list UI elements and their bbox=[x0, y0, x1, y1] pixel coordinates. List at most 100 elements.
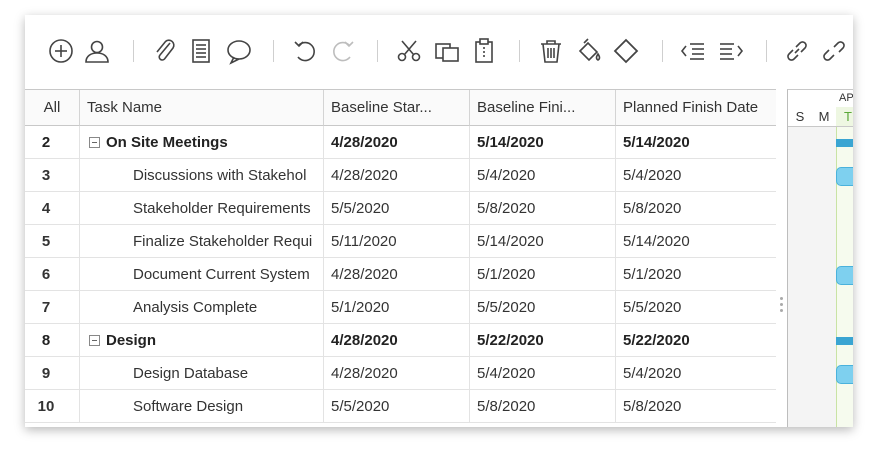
cell-baseline-finish[interactable]: 5/8/2020 bbox=[470, 390, 616, 422]
cell-baseline-start[interactable]: 4/28/2020 bbox=[324, 324, 470, 356]
cell-id[interactable]: 8 bbox=[25, 324, 80, 356]
notes-icon[interactable] bbox=[187, 37, 215, 65]
cell-planned-finish[interactable]: 5/8/2020 bbox=[616, 192, 776, 224]
cell-task-name[interactable]: On Site Meetings bbox=[80, 126, 324, 158]
pane-splitter-handle[interactable] bbox=[776, 89, 787, 427]
cell-task-name[interactable]: Document Current System bbox=[80, 258, 324, 290]
cell-task-name[interactable]: Analysis Complete bbox=[80, 291, 324, 323]
collapse-toggle-icon[interactable] bbox=[89, 334, 100, 346]
cell-baseline-start[interactable]: 4/28/2020 bbox=[324, 126, 470, 158]
link-icon[interactable] bbox=[783, 37, 811, 65]
attachment-icon[interactable] bbox=[151, 37, 179, 65]
cell-baseline-finish[interactable]: 5/4/2020 bbox=[470, 357, 616, 389]
task-row[interactable]: 9 Design Database 4/28/2020 5/4/2020 5/4/202… bbox=[25, 357, 776, 390]
cell-planned-finish-text: 5/14/2020 bbox=[623, 133, 690, 151]
gantt-day-label: M bbox=[818, 109, 830, 124]
milestone-icon[interactable] bbox=[612, 37, 640, 65]
task-row[interactable]: 5 Finalize Stakeholder Requi 5/11/2020 5/14… bbox=[25, 225, 776, 258]
cell-id[interactable]: 3 bbox=[25, 159, 80, 191]
cell-baseline-start[interactable]: 5/1/2020 bbox=[324, 291, 470, 323]
indent-icon[interactable] bbox=[717, 37, 745, 65]
cell-baseline-start[interactable]: 5/5/2020 bbox=[324, 390, 470, 422]
cell-planned-finish[interactable]: 5/14/2020 bbox=[616, 126, 776, 158]
cell-baseline-finish[interactable]: 5/1/2020 bbox=[470, 258, 616, 290]
cell-task-name[interactable]: Design bbox=[80, 324, 324, 356]
task-row[interactable]: 4 Stakeholder Requirements 5/5/2020 5/8/202… bbox=[25, 192, 776, 225]
toolbar-separator bbox=[133, 40, 134, 62]
outdent-icon[interactable] bbox=[679, 37, 707, 65]
cell-baseline-finish[interactable]: 5/14/2020 bbox=[470, 225, 616, 257]
task-bar[interactable] bbox=[836, 167, 853, 186]
cell-id-text: 9 bbox=[41, 364, 51, 382]
cell-id[interactable]: 5 bbox=[25, 225, 80, 257]
redo-icon[interactable] bbox=[329, 37, 357, 65]
cell-baseline-start[interactable]: 5/11/2020 bbox=[324, 225, 470, 257]
task-row[interactable]: 7 Analysis Complete 5/1/2020 5/5/2020 5/5/20… bbox=[25, 291, 776, 324]
task-bar[interactable] bbox=[836, 266, 853, 285]
column-header-task-name[interactable]: Task Name bbox=[80, 90, 324, 126]
summary-task-row[interactable]: 2 On Site Meetings 4/28/2020 5/14/2020 5/14/… bbox=[25, 126, 776, 159]
cell-baseline-finish[interactable]: 5/5/2020 bbox=[470, 291, 616, 323]
cell-baseline-finish-text: 5/8/2020 bbox=[477, 199, 536, 217]
cell-baseline-finish[interactable]: 5/22/2020 bbox=[470, 324, 616, 356]
cell-planned-finish-text: 5/1/2020 bbox=[623, 265, 682, 283]
cell-planned-finish[interactable]: 5/22/2020 bbox=[616, 324, 776, 356]
unlink-icon[interactable] bbox=[820, 37, 848, 65]
copy-icon[interactable] bbox=[433, 37, 461, 65]
cell-task-name-text: Discussions with Stakehol bbox=[133, 166, 307, 184]
gantt-chart[interactable]: AP S M T bbox=[787, 89, 853, 427]
cell-planned-finish[interactable]: 5/4/2020 bbox=[616, 357, 776, 389]
task-row[interactable]: 10 Software Design 5/5/2020 5/8/2020 5/8/202… bbox=[25, 390, 776, 423]
task-row[interactable]: 6 Document Current System 4/28/2020 5/1/202… bbox=[25, 258, 776, 291]
cell-planned-finish[interactable]: 5/5/2020 bbox=[616, 291, 776, 323]
fill-color-icon[interactable] bbox=[575, 37, 603, 65]
cell-task-name[interactable]: Discussions with Stakehol bbox=[80, 159, 324, 191]
cell-baseline-finish[interactable]: 5/14/2020 bbox=[470, 126, 616, 158]
summary-bar[interactable] bbox=[836, 139, 853, 147]
cell-id[interactable]: 9 bbox=[25, 357, 80, 389]
cell-id[interactable]: 2 bbox=[25, 126, 80, 158]
cell-baseline-start[interactable]: 4/28/2020 bbox=[324, 159, 470, 191]
summary-bar[interactable] bbox=[836, 337, 853, 345]
cell-planned-finish-text: 5/4/2020 bbox=[623, 364, 682, 382]
collapse-toggle-icon[interactable] bbox=[89, 136, 100, 148]
cell-baseline-start[interactable]: 4/28/2020 bbox=[324, 357, 470, 389]
summary-task-row[interactable]: 8 Design 4/28/2020 5/22/2020 5/22/2020 bbox=[25, 324, 776, 357]
undo-icon[interactable] bbox=[291, 37, 319, 65]
add-task-icon[interactable] bbox=[47, 37, 75, 65]
cell-planned-finish[interactable]: 5/4/2020 bbox=[616, 159, 776, 191]
add-resource-icon[interactable] bbox=[83, 37, 111, 65]
cell-planned-finish[interactable]: 5/8/2020 bbox=[616, 390, 776, 422]
column-header-planned-finish[interactable]: Planned Finish Date bbox=[616, 90, 776, 126]
cell-baseline-start[interactable]: 5/5/2020 bbox=[324, 192, 470, 224]
paste-icon[interactable] bbox=[470, 37, 498, 65]
cell-planned-finish[interactable]: 5/1/2020 bbox=[616, 258, 776, 290]
cell-baseline-finish-text: 5/4/2020 bbox=[477, 364, 536, 382]
cell-id-text: 3 bbox=[41, 166, 51, 184]
cell-baseline-start[interactable]: 4/28/2020 bbox=[324, 258, 470, 290]
comment-icon[interactable] bbox=[225, 37, 253, 65]
cell-task-name[interactable]: Stakeholder Requirements bbox=[80, 192, 324, 224]
gantt-month-label: AP bbox=[839, 92, 853, 104]
cell-task-name[interactable]: Software Design bbox=[80, 390, 324, 422]
cell-planned-finish-text: 5/14/2020 bbox=[623, 232, 690, 250]
cell-id[interactable]: 10 bbox=[25, 390, 80, 422]
cell-id[interactable]: 7 bbox=[25, 291, 80, 323]
column-header-baseline-start[interactable]: Baseline Star... bbox=[324, 90, 470, 126]
cell-id[interactable]: 6 bbox=[25, 258, 80, 290]
column-header-id[interactable]: All bbox=[25, 90, 80, 126]
cell-baseline-finish[interactable]: 5/4/2020 bbox=[470, 159, 616, 191]
splitter-dot bbox=[780, 303, 783, 306]
cell-planned-finish[interactable]: 5/14/2020 bbox=[616, 225, 776, 257]
task-row[interactable]: 3 Discussions with Stakehol 4/28/2020 5/4/2… bbox=[25, 159, 776, 192]
delete-icon[interactable] bbox=[537, 37, 565, 65]
column-header-baseline-finish[interactable]: Baseline Fini... bbox=[470, 90, 616, 126]
cell-task-name[interactable]: Finalize Stakeholder Requi bbox=[80, 225, 324, 257]
cell-task-name[interactable]: Design Database bbox=[80, 357, 324, 389]
cut-icon[interactable] bbox=[395, 37, 423, 65]
cell-baseline-finish[interactable]: 5/8/2020 bbox=[470, 192, 616, 224]
cell-id[interactable]: 4 bbox=[25, 192, 80, 224]
cell-baseline-finish-text: 5/1/2020 bbox=[477, 265, 536, 283]
task-bar[interactable] bbox=[836, 365, 853, 384]
cell-baseline-start-text: 4/28/2020 bbox=[331, 331, 398, 349]
